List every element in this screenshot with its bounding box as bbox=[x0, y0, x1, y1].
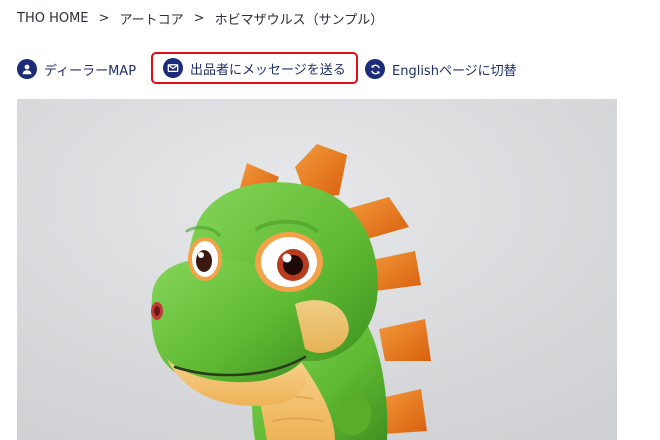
person-icon bbox=[17, 59, 37, 79]
action-links: ディーラーMAP 出品者にメッセージを送る Englishページに切替 bbox=[17, 52, 637, 86]
product-photo bbox=[17, 99, 617, 440]
dealer-map-link[interactable]: ディーラーMAP bbox=[17, 52, 136, 86]
refresh-icon bbox=[365, 59, 385, 79]
breadcrumb-category-link[interactable]: アートコア bbox=[119, 9, 183, 28]
breadcrumb-separator: > bbox=[193, 10, 205, 26]
send-message-button[interactable]: 出品者にメッセージを送る bbox=[151, 52, 358, 84]
breadcrumb-current: ホビマザウルス（サンプル） bbox=[214, 12, 384, 28]
breadcrumb-home-link[interactable]: THO HOME bbox=[17, 11, 89, 26]
send-message-label: 出品者にメッセージを送る bbox=[190, 62, 346, 78]
envelope-icon bbox=[163, 58, 183, 78]
english-page-link[interactable]: Englishページに切替 bbox=[365, 52, 517, 86]
dealer-map-label: ディーラーMAP bbox=[44, 63, 137, 79]
english-page-label: Englishページに切替 bbox=[392, 63, 517, 79]
breadcrumb-separator: > bbox=[98, 10, 110, 26]
page: THO HOME > アートコア > ホビマザウルス（サンプル） ディーラーMA… bbox=[0, 0, 660, 440]
breadcrumb: THO HOME > アートコア > ホビマザウルス（サンプル） bbox=[17, 8, 383, 28]
dinosaur-plush-image bbox=[17, 99, 617, 440]
